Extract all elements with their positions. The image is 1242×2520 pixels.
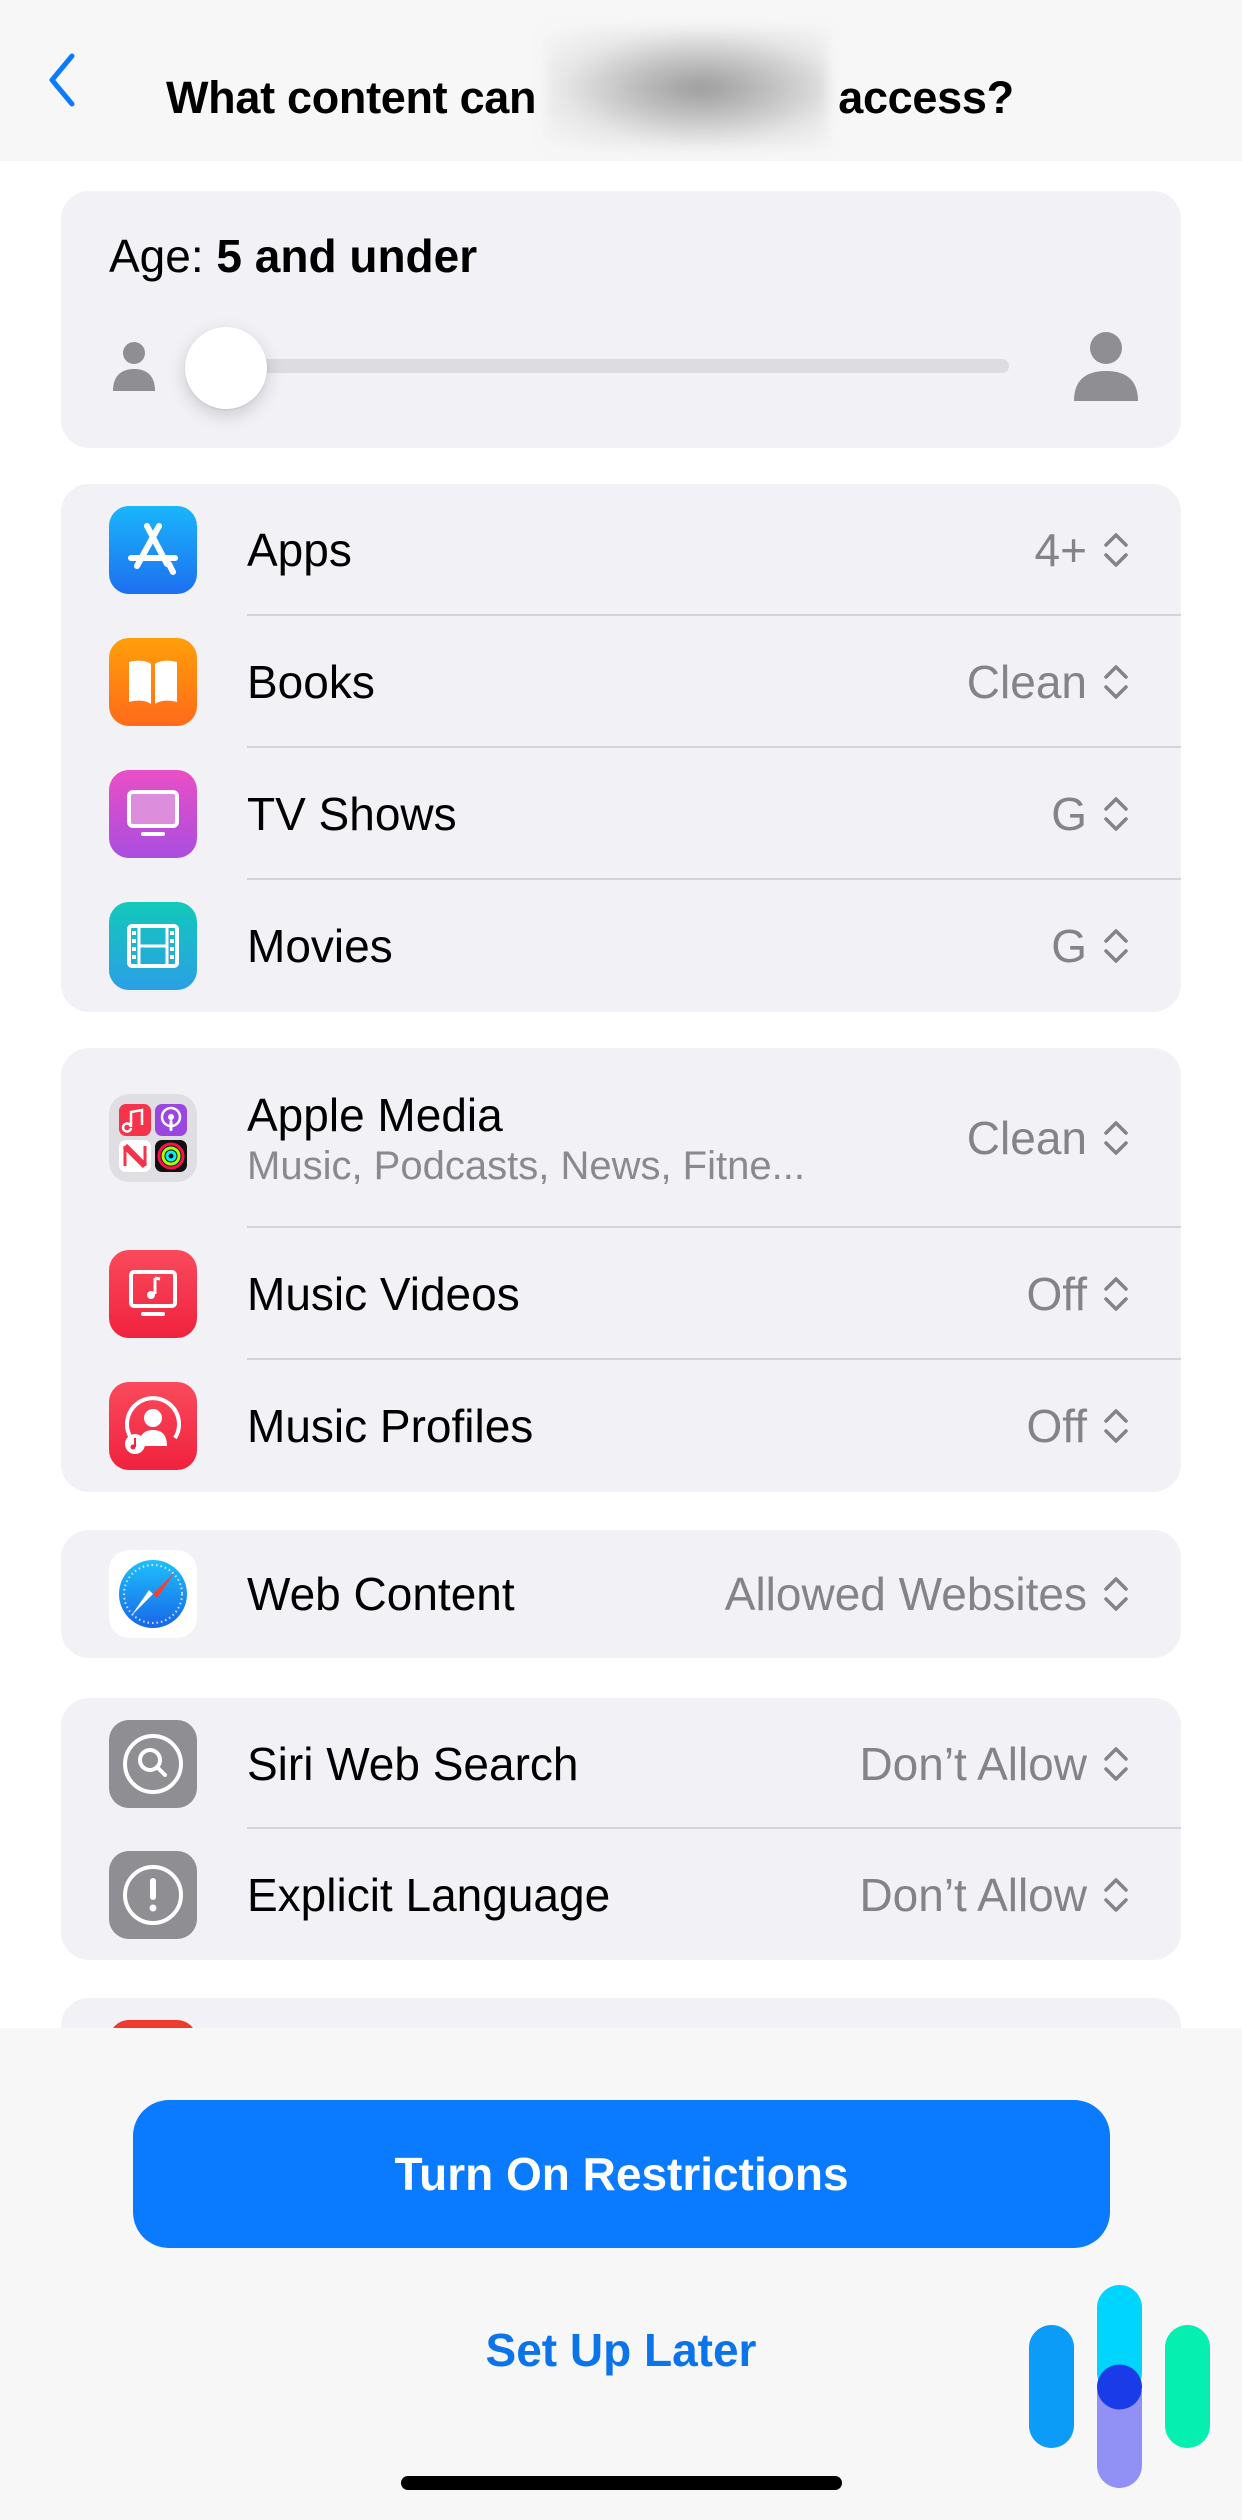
nav-header: What content can access? [0,0,1242,161]
row-tv-shows[interactable]: TV Shows G [61,748,1181,880]
music-video-icon [109,1250,197,1338]
row-music-profiles[interactable]: Music Profiles Off [61,1360,1181,1492]
row-value-text: 4+ [1034,524,1087,576]
row-music-videos[interactable]: Music Videos Off [61,1228,1181,1360]
age-value: 5 and under [216,230,478,282]
row-books[interactable]: Books Clean [61,616,1181,748]
row-value[interactable]: Clean [967,655,1131,709]
row-value[interactable]: Off [1026,1399,1131,1453]
age-label: Age: 5 and under [109,229,477,283]
app-store-icon [109,506,197,594]
chevron-up-down-icon [1104,1409,1128,1443]
title-suffix: access? [838,72,1014,123]
row-value-text: Off [1026,1268,1087,1320]
row-value[interactable]: Don’t Allow [859,1737,1131,1791]
row-label: Music Profiles [247,1400,534,1452]
row-label: Apps [247,524,352,576]
chevron-up-down-icon [1104,1121,1128,1155]
row-siri-web-search[interactable]: Siri Web Search Don’t Allow [61,1698,1181,1829]
chevron-up-down-icon [1104,1746,1128,1781]
chevron-up-down-icon [1104,797,1128,831]
row-label: Books [247,656,375,708]
siri-group: Siri Web Search Don’t Allow Explicit Lan… [61,1698,1181,1960]
chevron-up-down-icon [1104,1277,1128,1311]
books-icon [109,638,197,726]
age-card: Age: 5 and under [61,191,1181,448]
content-ratings-group: Apps 4+ Books Clean TV Shows G Movies G [61,484,1181,1012]
row-value[interactable]: Don’t Allow [859,1868,1131,1922]
home-indicator[interactable] [401,2476,842,2490]
apple-media-group: Apple Media Music, Podcasts, News, Fitne… [61,1048,1181,1492]
row-value[interactable]: 4+ [1035,523,1131,577]
row-label: Movies [247,920,393,972]
tv-icon [109,770,197,858]
safari-icon [109,1550,197,1638]
chevron-up-down-icon [1104,533,1128,567]
row-value-text: G [1051,788,1087,840]
row-web-content[interactable]: Web Content Allowed Websites [61,1530,1181,1658]
row-value-text: G [1051,920,1087,972]
chevron-up-down-icon [1104,929,1128,963]
row-value-text: Clean [966,656,1087,708]
row-value-text: Don’t Allow [859,1868,1087,1921]
row-movies[interactable]: Movies G [61,880,1181,1012]
row-label: TV Shows [247,788,457,840]
person-small-icon [113,342,155,391]
chevron-left-icon [49,53,75,107]
person-large-icon [1074,332,1138,401]
music-profile-icon [109,1382,197,1470]
row-apps[interactable]: Apps 4+ [61,484,1181,616]
row-value[interactable]: G [1051,919,1131,973]
redacted-name [546,28,829,148]
apple-media-icon [109,1094,197,1182]
film-icon [109,902,197,990]
row-value[interactable]: Off [1026,1267,1131,1321]
chevron-up-down-icon [1104,1877,1128,1912]
chevron-up-down-icon [1104,1577,1128,1611]
watermark-logo-icon [1029,2285,1210,2488]
turn-on-restrictions-button[interactable]: Turn On Restrictions [133,2100,1110,2248]
slider-thumb[interactable] [185,327,267,409]
row-value-text: Allowed Websites [724,1568,1087,1620]
row-apple-media[interactable]: Apple Media Music, Podcasts, News, Fitne… [61,1048,1181,1228]
row-value-text: Off [1026,1400,1087,1452]
age-label-prefix: Age: [109,230,204,282]
back-button[interactable] [36,40,86,120]
siri-search-icon [109,1719,197,1808]
row-explicit-language[interactable]: Explicit Language Don’t Allow [61,1829,1181,1960]
title-prefix: What content can [166,72,537,123]
row-value-text: Clean [966,1112,1087,1164]
slider-track[interactable] [231,359,1009,373]
row-value[interactable]: Allowed Websites [725,1567,1131,1621]
explicit-icon [109,1850,197,1939]
age-slider[interactable] [101,311,1141,411]
row-value[interactable]: Clean [967,1111,1131,1165]
row-label: Explicit Language [247,1868,611,1921]
row-sublabel: Music, Podcasts, News, Fitne... [247,1143,805,1188]
row-value-text: Don’t Allow [859,1737,1087,1790]
row-label: Apple Media [247,1088,503,1141]
row-value[interactable]: G [1051,787,1131,841]
chevron-up-down-icon [1104,665,1128,699]
page-title: What content can access? [166,28,1014,148]
web-content-group: Web Content Allowed Websites [61,1530,1181,1658]
row-label: Siri Web Search [247,1737,579,1790]
row-label: Music Videos [247,1268,520,1320]
